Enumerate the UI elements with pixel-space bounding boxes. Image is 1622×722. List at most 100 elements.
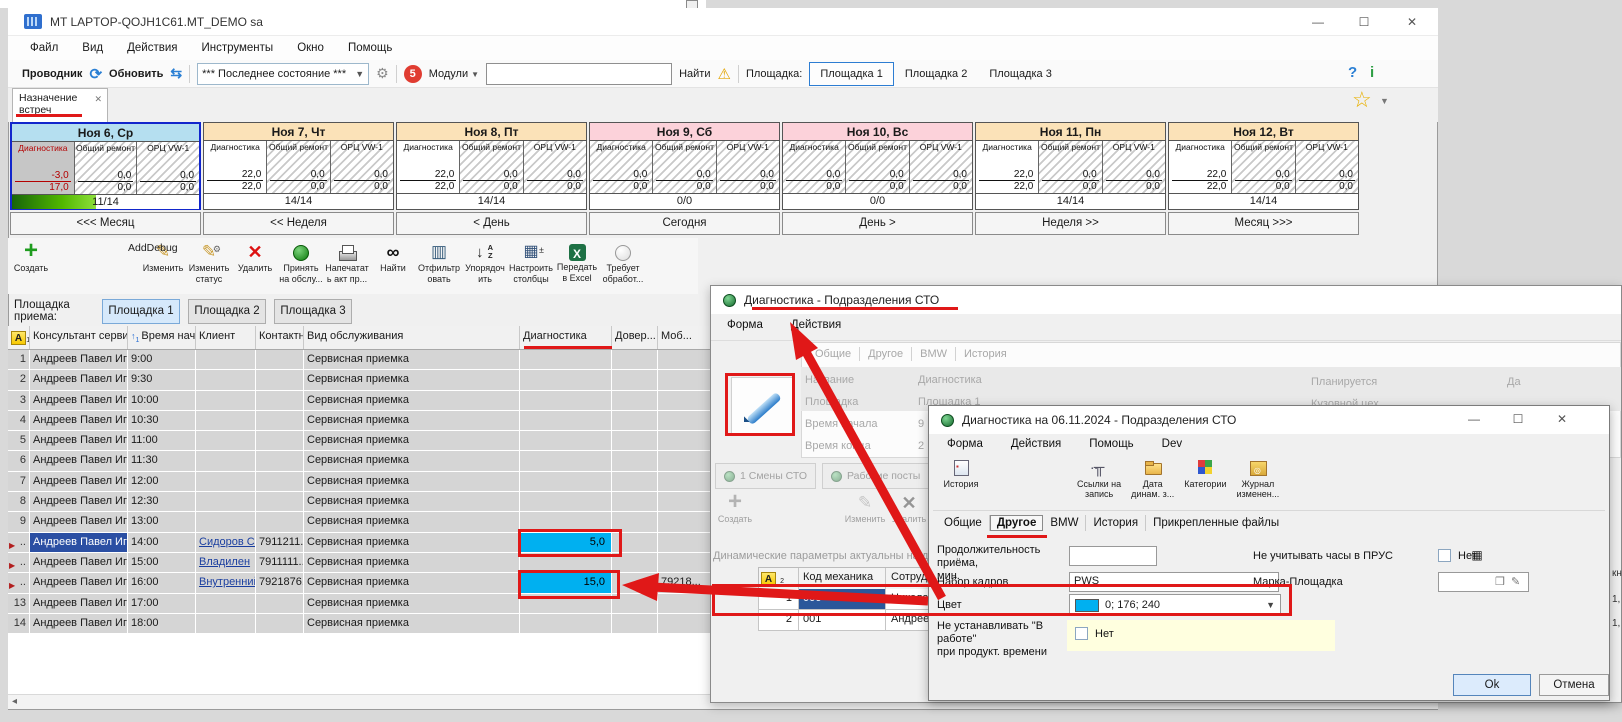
cell-client-link[interactable] bbox=[196, 350, 256, 369]
cell-diagnostics[interactable] bbox=[520, 492, 612, 511]
calendar-day-card[interactable]: Ноя 12, Вт Диагностика 22,0 22,0 Общий р… bbox=[1168, 122, 1359, 210]
day-resource-cell[interactable]: Диагностика 0,0 0,0 bbox=[783, 141, 846, 193]
grid-corner[interactable]: A14 bbox=[8, 326, 30, 349]
swap-icon[interactable]: ⇆ bbox=[170, 65, 182, 82]
close-button[interactable]: ✕ bbox=[1390, 8, 1434, 36]
calendar-day-card[interactable]: Ноя 11, Пн Диагностика 22,0 22,0 Общий р… bbox=[975, 122, 1166, 210]
dialog2-close-button[interactable]: ✕ bbox=[1545, 407, 1579, 431]
day-resource-cell[interactable]: Общий ремонт 0,0 0,0 bbox=[267, 141, 330, 193]
cell-client-link[interactable] bbox=[196, 512, 256, 531]
day-resource-cell[interactable]: Диагностика 22,0 22,0 bbox=[204, 141, 267, 193]
cell-diagnostics[interactable] bbox=[520, 594, 612, 613]
dialog2-tab[interactable]: Прикрепленные файлы bbox=[1146, 515, 1286, 531]
cell-diagnostics[interactable] bbox=[520, 614, 612, 633]
col-time[interactable]: ↑1Время начала bbox=[128, 326, 196, 349]
reception-area-button[interactable]: Площадка 2 bbox=[188, 299, 266, 324]
dialog1-subtab[interactable]: 1 Смены СТО bbox=[715, 463, 816, 489]
dialog2-tool-button[interactable]: Ссылки на запись bbox=[1075, 458, 1123, 499]
frames-input[interactable]: PWS bbox=[1069, 572, 1279, 592]
day-resource-cell[interactable]: Диагностика 22,0 22,0 bbox=[976, 141, 1039, 193]
col-diagnostics[interactable]: Диагностика bbox=[520, 326, 612, 349]
modules-button[interactable]: Модули ▼ bbox=[429, 68, 479, 80]
dialog1-tab[interactable]: Общие bbox=[807, 347, 860, 361]
table-row[interactable]: 7 Андреев Павел Игоревич 12:00 Сервисная… bbox=[8, 472, 740, 492]
day-resource-cell[interactable]: Общий ремонт 0,0 0,0 bbox=[1039, 141, 1102, 193]
cell-client-link[interactable] bbox=[196, 391, 256, 410]
dialog2-menu-item[interactable]: Dev bbox=[1162, 438, 1182, 450]
menu-item[interactable]: Файл bbox=[18, 36, 70, 60]
duration-input[interactable] bbox=[1069, 546, 1157, 566]
cell-client-link[interactable]: Внутренний... bbox=[196, 573, 256, 592]
cell-diagnostics[interactable]: 5,0 bbox=[520, 533, 612, 552]
cell-diagnostics[interactable] bbox=[520, 370, 612, 389]
dialog1-tab[interactable]: BMW bbox=[912, 347, 956, 361]
calendar-day-card[interactable]: Ноя 8, Пт Диагностика 22,0 22,0 Общий ре… bbox=[396, 122, 587, 210]
dialog2-tab[interactable]: Общие bbox=[937, 515, 990, 531]
cell-diagnostics[interactable]: 15,0 bbox=[520, 573, 612, 592]
action-button[interactable]: Удалить bbox=[232, 242, 278, 294]
table-row[interactable]: 4 Андреев Павел Игоревич 10:30 Сервисная… bbox=[8, 411, 740, 431]
day-resource-cell[interactable]: Общий ремонт 0,0 0,0 bbox=[75, 142, 138, 194]
dialog1-tool-button[interactable]: Изменить bbox=[843, 493, 887, 534]
cell-diagnostics[interactable] bbox=[520, 431, 612, 450]
dialog2-maximize-button[interactable]: ☐ bbox=[1501, 407, 1535, 431]
calendar-day-card[interactable]: Ноя 9, Сб Диагностика 0,0 0,0 Общий ремо… bbox=[589, 122, 780, 210]
col-mechanic-code[interactable]: Код механика bbox=[799, 568, 886, 589]
col-contact[interactable]: Контактн... bbox=[256, 326, 304, 349]
reception-area-button[interactable]: Площадка 1 bbox=[102, 299, 180, 324]
dialog2-minimize-button[interactable]: — bbox=[1457, 407, 1491, 431]
refresh-button[interactable]: Обновить bbox=[109, 68, 163, 80]
cell-diagnostics[interactable] bbox=[520, 391, 612, 410]
action-button[interactable]: Создать bbox=[8, 242, 54, 294]
search-input[interactable] bbox=[486, 63, 672, 85]
day-resource-cell[interactable]: ОРЦ VW-1 0,0 0,0 bbox=[910, 141, 972, 193]
cancel-button[interactable]: Отмена bbox=[1539, 674, 1609, 696]
action-button[interactable]: Напечатат ь акт пр... bbox=[324, 242, 370, 294]
ok-button[interactable]: Ok bbox=[1453, 674, 1531, 696]
adddebug-button[interactable]: AddDebug bbox=[128, 242, 178, 254]
scroll-left-icon[interactable]: ◂ bbox=[12, 696, 17, 707]
cell-client-link[interactable] bbox=[196, 431, 256, 450]
calendar-day-card[interactable]: Ноя 6, Ср Диагностика -3,0 17,0 Общий ре… bbox=[10, 122, 201, 210]
day-resource-cell[interactable]: Диагностика 0,0 0,0 bbox=[590, 141, 653, 193]
calendar-nav-button[interactable]: < День bbox=[396, 212, 587, 235]
cell-client-link[interactable]: Владилен bbox=[196, 553, 256, 572]
table-row[interactable]: 13 Андреев Павел Игоревич 17:00 Сервисна… bbox=[8, 594, 740, 614]
explorer-button[interactable]: Проводник bbox=[22, 68, 82, 80]
day-resource-cell[interactable]: Общий ремонт 0,0 0,0 bbox=[653, 141, 716, 193]
dialog2-tool-button[interactable]: Категории bbox=[1182, 458, 1228, 499]
table-row[interactable]: 9 Андреев Павел Игоревич 13:00 Сервисная… bbox=[8, 512, 740, 532]
dialog1-tab[interactable]: История bbox=[956, 347, 1015, 361]
table-row[interactable]: 2 Андреев Павел Игоревич 9:30 Сервисная … bbox=[8, 370, 740, 390]
color-combobox[interactable]: 0; 176; 240 ▼ bbox=[1069, 594, 1281, 616]
calendar-day-card[interactable]: Ноя 10, Вс Диагностика 0,0 0,0 Общий рем… bbox=[782, 122, 973, 210]
dialog2-tool-button[interactable]: Журнал изменен... bbox=[1234, 458, 1281, 499]
table-row[interactable]: 8 Андреев Павел Игоревич 12:30 Сервисная… bbox=[8, 492, 740, 512]
col-client[interactable]: Клиент bbox=[196, 326, 256, 349]
minimize-button[interactable]: — bbox=[1296, 8, 1340, 36]
table-row[interactable]: 6 Андреев Павел Игоревич 11:30 Сервисная… bbox=[8, 451, 740, 471]
day-resource-cell[interactable]: ОРЦ VW-1 0,0 0,0 bbox=[1296, 141, 1358, 193]
cell-client-link[interactable] bbox=[196, 472, 256, 491]
cell-diagnostics[interactable] bbox=[520, 472, 612, 491]
calendar-nav-button[interactable]: <<< Месяц bbox=[10, 212, 201, 235]
favorites-star-icon[interactable]: ☆ bbox=[1352, 87, 1372, 113]
dialog1-tool-button[interactable]: Удалить bbox=[887, 493, 931, 534]
day-resource-cell[interactable]: ОРЦ VW-1 0,0 0,0 bbox=[717, 141, 779, 193]
menu-item[interactable]: Инструменты bbox=[189, 36, 285, 60]
day-resource-cell[interactable]: Общий ремонт 0,0 0,0 bbox=[460, 141, 523, 193]
action-button[interactable]: Отфильтр овать bbox=[416, 242, 462, 294]
cell-client-link[interactable]: Сидоров Си... bbox=[196, 533, 256, 552]
book-icon[interactable]: ❒ bbox=[1495, 575, 1505, 588]
pen-icon[interactable] bbox=[731, 377, 795, 435]
area-button[interactable]: Площадка 3 bbox=[978, 62, 1063, 86]
action-button[interactable]: Требует обработ... bbox=[600, 242, 646, 294]
calendar-nav-button[interactable]: Месяц >>> bbox=[1168, 212, 1359, 235]
work-checkbox[interactable] bbox=[1075, 627, 1088, 640]
cell-diagnostics[interactable] bbox=[520, 451, 612, 470]
col-consultant[interactable]: Консультант сервиса bbox=[30, 326, 128, 349]
action-button[interactable]: Упорядоч ить bbox=[462, 242, 508, 294]
dialog2-tool-button[interactable]: Дата динам. з... bbox=[1129, 458, 1176, 499]
day-resource-cell[interactable]: ОРЦ VW-1 0,0 0,0 bbox=[137, 142, 199, 194]
menu-item[interactable]: Вид bbox=[70, 36, 115, 60]
